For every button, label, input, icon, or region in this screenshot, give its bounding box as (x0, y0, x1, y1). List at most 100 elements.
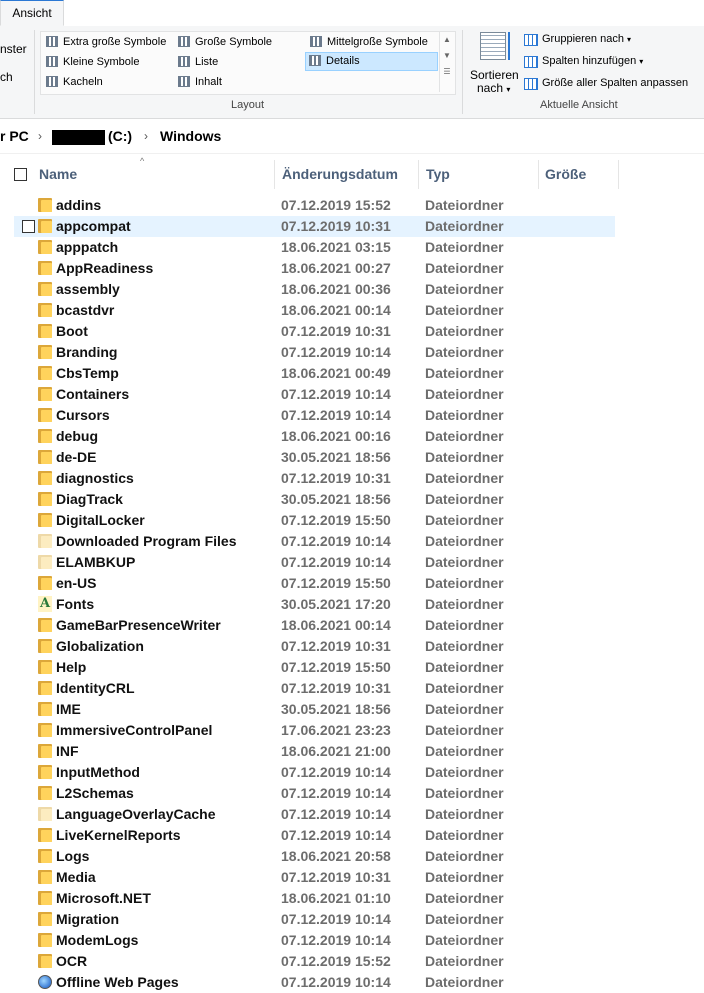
file-row[interactable]: appcompat 07.12.2019 10:31 Dateiordner (14, 216, 615, 237)
large-icons-icon (178, 36, 190, 47)
folder-icon (38, 282, 52, 296)
column-divider[interactable] (418, 160, 419, 189)
file-row[interactable]: en-US 07.12.2019 15:50 Dateiordner (14, 573, 615, 594)
file-row[interactable]: Microsoft.NET 18.06.2021 01:10 Dateiordner (14, 888, 615, 909)
file-row[interactable]: IdentityCRL 07.12.2019 10:31 Dateiordner (14, 678, 615, 699)
file-row[interactable]: InputMethod 07.12.2019 10:14 Dateiordner (14, 762, 615, 783)
file-row[interactable]: Downloaded Program Files 07.12.2019 10:14… (14, 531, 615, 552)
layout-details[interactable]: Details (305, 52, 438, 71)
file-row[interactable]: OCR 07.12.2019 15:52 Dateiordner (14, 951, 615, 972)
ribbon-partial-label-1[interactable]: nster (0, 42, 27, 56)
chevron-up-icon[interactable]: ▲ (440, 32, 454, 48)
folder-icon (38, 366, 52, 380)
layout-content[interactable]: Inhalt (175, 73, 303, 92)
file-row[interactable]: Branding 07.12.2019 10:14 Dateiordner (14, 342, 615, 363)
gallery-more-icon[interactable]: ☰ (440, 64, 454, 80)
layout-small-icons[interactable]: Kleine Symbole (43, 53, 173, 72)
file-type: Dateiordner (425, 953, 504, 969)
file-row[interactable]: IME 30.05.2021 18:56 Dateiordner (14, 699, 615, 720)
file-date: 07.12.2019 15:50 (281, 659, 391, 675)
file-name: IdentityCRL (56, 680, 135, 696)
folder-icon-pale (38, 534, 52, 548)
file-row[interactable]: Migration 07.12.2019 10:14 Dateiordner (14, 909, 615, 930)
ribbon-partial-label-2[interactable]: ch (0, 70, 13, 84)
layout-extra-large-icons[interactable]: Extra große Symbole (43, 33, 173, 52)
chevron-down-icon[interactable]: ▼ (440, 48, 454, 64)
add-columns-button[interactable]: Spalten hinzufügen ▾ (522, 55, 643, 68)
file-row[interactable]: Globalization 07.12.2019 10:31 Dateiordner (14, 636, 615, 657)
file-row[interactable]: addins 07.12.2019 15:52 Dateiordner (14, 195, 615, 216)
row-checkbox[interactable] (22, 220, 35, 233)
layout-list[interactable]: Liste (175, 53, 303, 72)
file-row[interactable]: LanguageOverlayCache 07.12.2019 10:14 Date… (14, 804, 615, 825)
file-row[interactable]: Help 07.12.2019 15:50 Dateiordner (14, 657, 615, 678)
file-row[interactable]: AppReadiness 18.06.2021 00:27 Dateiordner (14, 258, 615, 279)
folder-icon (38, 828, 52, 842)
breadcrumb-chevron-icon[interactable]: › (144, 129, 148, 143)
tab-ansicht[interactable]: Ansicht (0, 0, 64, 26)
file-row[interactable]: DiagTrack 30.05.2021 18:56 Dateiordner (14, 489, 615, 510)
file-row[interactable]: ELAMBKUP 07.12.2019 10:14 Dateiordner (14, 552, 615, 573)
layout-large-icons[interactable]: Große Symbole (175, 33, 303, 52)
content-icon (178, 76, 190, 87)
file-row[interactable]: CbsTemp 18.06.2021 00:49 Dateiordner (14, 363, 615, 384)
column-header-name[interactable]: Name (39, 156, 77, 189)
file-row[interactable]: debug 18.06.2021 00:16 Dateiordner (14, 426, 615, 447)
file-row[interactable]: de-DE 30.05.2021 18:56 Dateiordner (14, 447, 615, 468)
file-row[interactable]: bcastdvr 18.06.2021 00:14 Dateiordner (14, 300, 615, 321)
file-row[interactable]: DigitalLocker 07.12.2019 15:50 Dateiordner (14, 510, 615, 531)
column-header-size[interactable]: Größe (545, 156, 586, 189)
file-name: IME (56, 701, 81, 717)
breadcrumb-this-pc[interactable]: r PC (0, 128, 29, 144)
add-columns-label: Spalten hinzufügen (542, 55, 637, 67)
file-row[interactable]: Containers 07.12.2019 10:14 Dateiordner (14, 384, 615, 405)
file-row[interactable]: Media 07.12.2019 10:31 Dateiordner (14, 867, 615, 888)
folder-icon (38, 429, 52, 443)
file-type: Dateiordner (425, 806, 504, 822)
file-date: 07.12.2019 15:52 (281, 197, 391, 213)
layout-item-label: Inhalt (195, 76, 222, 88)
file-type: Dateiordner (425, 890, 504, 906)
file-name: Globalization (56, 638, 144, 654)
file-row[interactable]: Boot 07.12.2019 10:31 Dateiordner (14, 321, 615, 342)
file-row[interactable]: ImmersiveControlPanel 17.06.2021 23:23 Dat… (14, 720, 615, 741)
layout-gallery-scroll[interactable]: ▲ ▼ ☰ (439, 32, 454, 92)
file-date: 07.12.2019 10:14 (281, 806, 391, 822)
dropdown-arrow-icon: ▾ (506, 85, 511, 94)
layout-gallery: Extra große Symbole Große Symbole Mittel… (40, 31, 456, 95)
file-row[interactable]: LiveKernelReports 07.12.2019 10:14 Dateior… (14, 825, 615, 846)
file-row[interactable]: ModemLogs 07.12.2019 10:14 Dateiordner (14, 930, 615, 951)
column-header-date[interactable]: Änderungsdatum (282, 156, 398, 189)
fit-columns-button[interactable]: Größe aller Spalten anpassen (522, 77, 688, 90)
breadcrumb-chevron-icon[interactable]: › (38, 129, 42, 143)
file-row[interactable]: A Fonts 30.05.2021 17:20 Dateiordner (14, 594, 615, 615)
layout-medium-icons[interactable]: Mittelgroße Symbole (307, 33, 437, 52)
breadcrumb-windows[interactable]: Windows (160, 128, 221, 144)
file-row[interactable]: Cursors 07.12.2019 10:14 Dateiordner (14, 405, 615, 426)
ribbon-view: nster ch Extra große Symbole Große Symbo… (0, 26, 704, 119)
layout-item-label: Extra große Symbole (63, 36, 167, 48)
column-divider[interactable] (274, 160, 275, 189)
file-row[interactable]: L2Schemas 07.12.2019 10:14 Dateiordner (14, 783, 615, 804)
folder-icon (38, 261, 52, 275)
folder-icon (38, 681, 52, 695)
extra-large-icons-icon (46, 36, 58, 47)
breadcrumb-drive[interactable]: (C:) (108, 128, 132, 144)
group-by-button[interactable]: Gruppieren nach ▾ (522, 33, 631, 46)
column-divider[interactable] (618, 160, 619, 189)
file-row[interactable]: Logs 18.06.2021 20:58 Dateiordner (14, 846, 615, 867)
file-date: 07.12.2019 10:14 (281, 554, 391, 570)
file-row[interactable]: diagnostics 07.12.2019 10:31 Dateiordner (14, 468, 615, 489)
file-row[interactable]: INF 18.06.2021 21:00 Dateiordner (14, 741, 615, 762)
file-row[interactable]: Offline Web Pages 07.12.2019 10:14 Dateior… (14, 972, 615, 993)
column-header-type[interactable]: Typ (426, 156, 450, 189)
file-type: Dateiordner (425, 260, 504, 276)
folder-icon (38, 471, 52, 485)
file-row[interactable]: assembly 18.06.2021 00:36 Dateiordner (14, 279, 615, 300)
folder-icon (38, 387, 52, 401)
layout-tiles[interactable]: Kacheln (43, 73, 173, 92)
file-row[interactable]: GameBarPresenceWriter 18.06.2021 00:14 Dat… (14, 615, 615, 636)
file-row[interactable]: apppatch 18.06.2021 03:15 Dateiordner (14, 237, 615, 258)
column-divider[interactable] (538, 160, 539, 189)
address-bar[interactable]: r PC › (C:) › Windows (0, 121, 704, 154)
